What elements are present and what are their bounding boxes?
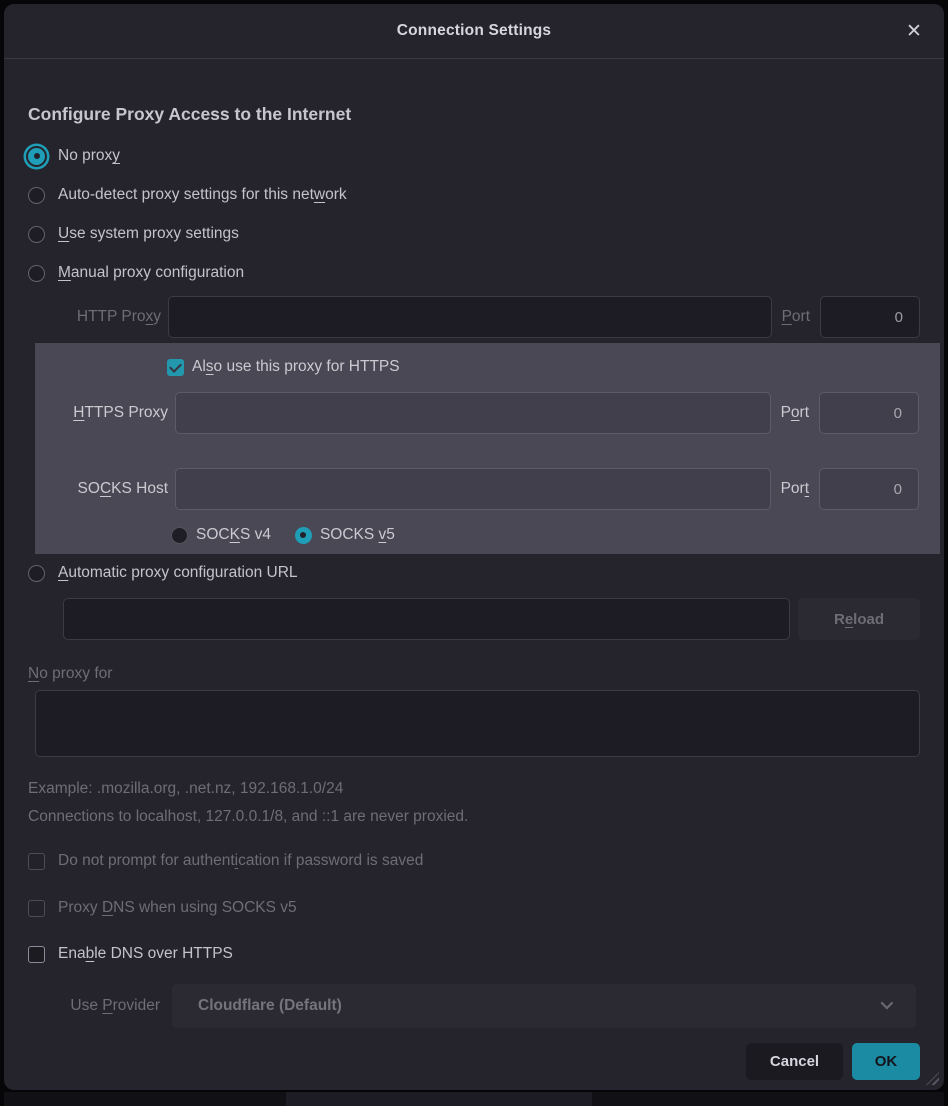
http-proxy-row: HTTP Proxy Port: [28, 296, 920, 338]
close-button[interactable]: ✕: [900, 17, 928, 45]
auto-config-row: Reload: [63, 598, 920, 640]
socks-port-label: Port: [781, 480, 809, 498]
doh-provider-value: Cloudflare (Default): [198, 997, 342, 1015]
radio-no-proxy-label: No proxy: [58, 147, 120, 165]
auto-config-url-input: [63, 598, 790, 640]
http-port-input: [820, 296, 920, 338]
checkbox-proxy-dns-socks5: Proxy DNS when using SOCKS v5: [28, 896, 297, 920]
https-socks-highlight-section: Also use this proxy for HTTPS HTTPS Prox…: [35, 343, 940, 554]
radio-icon: [295, 527, 312, 544]
socks-host-row: SOCKS Host Port: [35, 468, 919, 510]
background-strip-segment: [286, 1092, 592, 1106]
radio-icon: [28, 565, 45, 582]
socks-v4-label: SOCKS v4: [196, 526, 271, 544]
share-https-label: Also use this proxy for HTTPS: [192, 358, 400, 376]
titlebar: Connection Settings ✕: [4, 4, 944, 59]
cancel-button[interactable]: Cancel: [746, 1043, 843, 1080]
radio-icon: [28, 148, 45, 165]
no-prompt-auth-label: Do not prompt for authentication if pass…: [58, 852, 423, 870]
socks-version-row: SOCKS v4 SOCKS v5: [171, 523, 395, 547]
radio-auto-detect-label: Auto-detect proxy settings for this netw…: [58, 186, 347, 204]
checkbox-enable-doh[interactable]: Enable DNS over HTTPS: [28, 942, 233, 966]
https-proxy-label: HTTPS Proxy: [35, 404, 168, 422]
https-proxy-input: [175, 392, 771, 434]
checkbox-icon: [28, 853, 45, 870]
close-icon: ✕: [906, 22, 922, 41]
radio-auto-config-url[interactable]: Automatic proxy configuration URL: [28, 561, 298, 585]
radio-use-system-proxy[interactable]: Use system proxy settings: [28, 222, 239, 246]
https-port-label: Port: [781, 404, 809, 422]
http-proxy-label: HTTP Proxy: [28, 308, 161, 326]
proxy-dns-socks5-label: Proxy DNS when using SOCKS v5: [58, 899, 297, 917]
no-proxy-for-label: No proxy for: [28, 662, 112, 686]
dialog-title: Connection Settings: [397, 22, 552, 40]
http-proxy-input: [168, 296, 772, 338]
chevron-down-icon: [881, 996, 894, 1009]
https-port-input: [819, 392, 919, 434]
socks-host-label: SOCKS Host: [35, 480, 168, 498]
share-https-checkbox-row: Also use this proxy for HTTPS: [167, 355, 400, 379]
radio-no-proxy[interactable]: No proxy: [28, 144, 120, 168]
checkbox-icon: [28, 946, 45, 963]
resize-grip-icon[interactable]: [926, 1072, 939, 1085]
enable-doh-label: Enable DNS over HTTPS: [58, 945, 233, 963]
never-proxied-note: Connections to localhost, 127.0.0.1/8, a…: [28, 808, 468, 826]
page-title: Configure Proxy Access to the Internet: [28, 104, 351, 125]
checkbox-icon: [28, 900, 45, 917]
radio-icon: [28, 226, 45, 243]
doh-provider-select: Cloudflare (Default): [172, 984, 916, 1028]
https-proxy-row: HTTPS Proxy Port: [35, 392, 919, 434]
socks-host-input: [175, 468, 771, 510]
use-provider-label: Use Provider: [28, 984, 160, 1028]
radio-icon: [171, 527, 188, 544]
radio-icon: [28, 187, 45, 204]
socks-port-input: [819, 468, 919, 510]
radio-use-system-proxy-label: Use system proxy settings: [58, 225, 239, 243]
checkbox-no-prompt-auth: Do not prompt for authentication if pass…: [28, 849, 423, 873]
no-proxy-for-textarea: [35, 690, 920, 757]
radio-manual-proxy[interactable]: Manual proxy configuration: [28, 261, 244, 285]
http-port-label: Port: [782, 308, 810, 326]
socks-v5-label: SOCKS v5: [320, 526, 395, 544]
radio-icon: [28, 265, 45, 282]
checkbox-checked-icon: [167, 359, 184, 376]
ok-button[interactable]: OK: [852, 1043, 920, 1080]
radio-manual-proxy-label: Manual proxy configuration: [58, 264, 244, 282]
connection-settings-dialog: Connection Settings ✕ Configure Proxy Ac…: [4, 4, 944, 1090]
radio-auto-config-url-label: Automatic proxy configuration URL: [58, 564, 298, 582]
reload-button: Reload: [798, 598, 920, 640]
no-proxy-example-text: Example: .mozilla.org, .net.nz, 192.168.…: [28, 780, 343, 798]
radio-auto-detect[interactable]: Auto-detect proxy settings for this netw…: [28, 183, 347, 207]
